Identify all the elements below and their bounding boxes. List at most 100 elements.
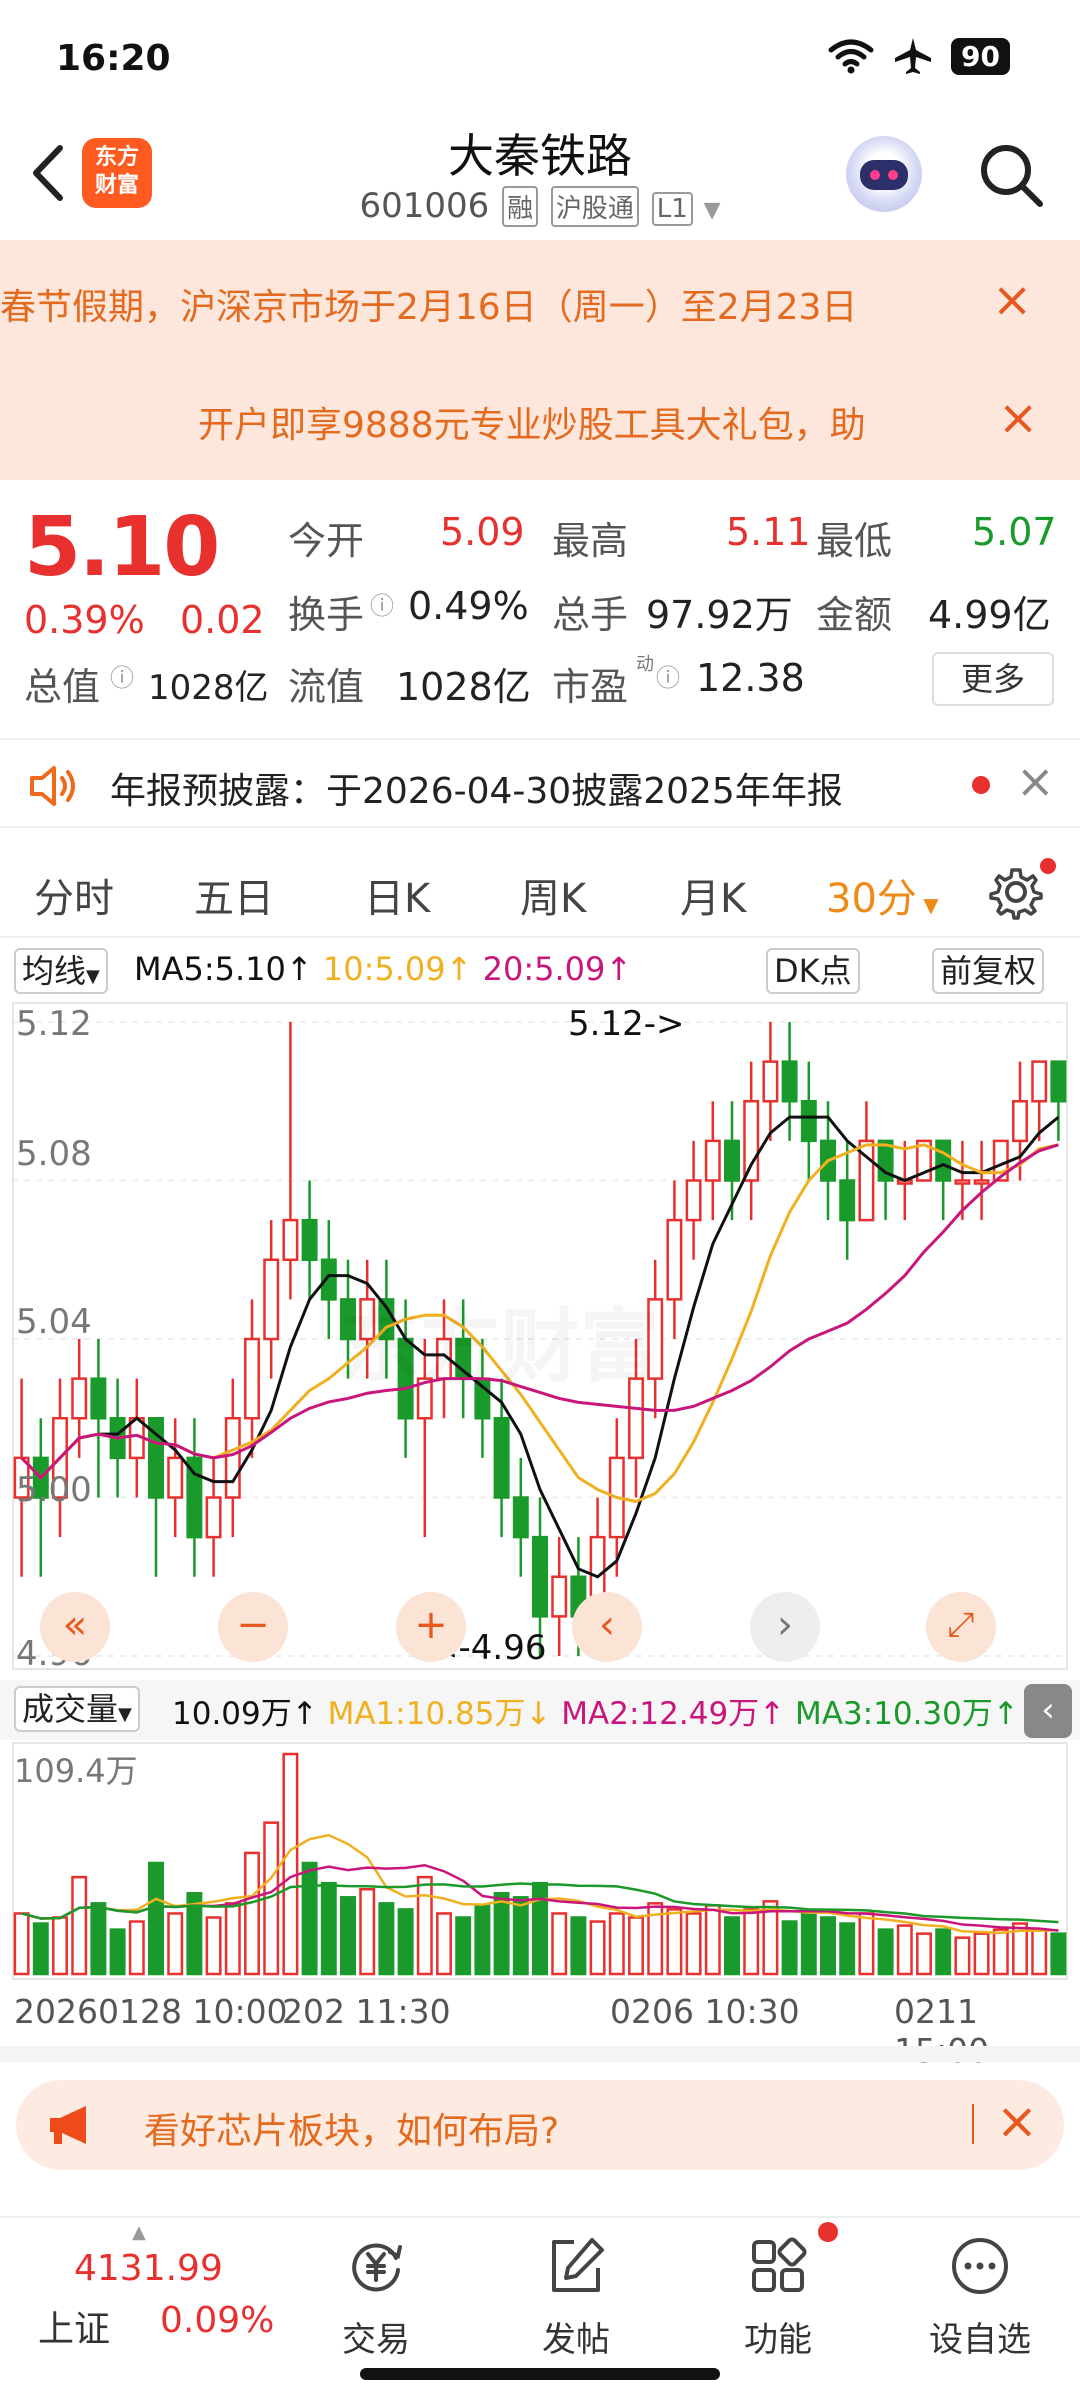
max-price-label: 5.12-> xyxy=(568,1004,685,1044)
nav-label: 功能 xyxy=(744,2320,812,2360)
vol-ma1-value: MA1:10.85万↓ xyxy=(327,1696,552,1732)
volume-bar xyxy=(378,1902,395,1976)
search-button[interactable] xyxy=(976,140,1046,210)
zoom-out-button[interactable]: − xyxy=(218,1592,288,1662)
notice-bar[interactable]: 年报预披露：于2026-04-30披露2025年年报 × xyxy=(0,738,1080,828)
volume-bar xyxy=(282,1752,299,1976)
holiday-banner-text[interactable]: 春节假期，沪深京市场于2月16日（周一）至2月23日 xyxy=(0,278,954,330)
dropdown-icon: ▼ xyxy=(118,1704,132,1725)
nav-watchlist[interactable]: 设自选 xyxy=(920,2234,1040,2361)
scroll-right-button[interactable]: › xyxy=(750,1592,820,1662)
candle-body xyxy=(551,1575,568,1618)
volume-legend: 10.09万↑ MA1:10.85万↓ MA2:12.49万↑ MA3:10.3… xyxy=(172,1688,1019,1733)
amount-label: 金额 xyxy=(816,593,893,637)
more-button[interactable]: 更多 xyxy=(932,652,1054,706)
y-tick-label: 5.12 xyxy=(16,1004,92,1044)
nav-trade[interactable]: 交易 xyxy=(316,2234,436,2361)
low-label: 最低 xyxy=(816,519,893,563)
info-icon[interactable]: ⓘ xyxy=(656,658,680,693)
volume-bar xyxy=(628,1916,644,1976)
volume-bar xyxy=(724,1916,740,1976)
candle-body xyxy=(781,1060,798,1103)
promo-banner-text[interactable]: 开户即享9888元专业炒股工具大礼包，助 xyxy=(198,396,954,448)
promo-bar[interactable]: 看好芯片板块，如何布局? × xyxy=(16,2080,1064,2170)
volume-bar xyxy=(781,1920,798,1976)
candle-body xyxy=(71,1377,88,1420)
close-icon[interactable]: × xyxy=(996,2092,1038,2150)
info-icon[interactable]: ⓘ xyxy=(110,658,134,693)
fullscreen-icon[interactable]: ⤢ xyxy=(926,1592,996,1662)
candle-body xyxy=(704,1139,721,1182)
tab-intraday[interactable]: 分时 xyxy=(34,866,114,924)
battery-level: 90 xyxy=(951,37,1010,75)
volume-bar xyxy=(340,1896,356,1976)
volume-indicator-select[interactable]: 成交量▼ xyxy=(14,1686,140,1732)
volume-chart[interactable] xyxy=(12,1742,1068,1980)
level-tag: L1 xyxy=(651,192,693,226)
status-time: 16:20 xyxy=(56,38,171,79)
candle-body xyxy=(800,1100,817,1143)
x-tick-label: 202 11:30 xyxy=(282,1992,451,2031)
indicator-select[interactable]: 均线▼ xyxy=(14,948,108,994)
x-tick-label: 0206 10:30 xyxy=(610,1992,800,2031)
gear-icon[interactable] xyxy=(988,864,1044,920)
volume-bar xyxy=(436,1912,452,1976)
ma5-value: MA5:5.10↑ xyxy=(134,950,313,988)
volume-bar xyxy=(455,1916,472,1976)
volume-bar xyxy=(128,1920,145,1976)
candle-body xyxy=(282,1218,299,1261)
y-tick-label: 5.04 xyxy=(16,1302,92,1342)
volume-bar xyxy=(858,1912,875,1976)
close-icon[interactable]: × xyxy=(1016,754,1055,808)
volume-bar xyxy=(551,1912,568,1976)
low-value: 5.07 xyxy=(972,510,1057,554)
candle-body xyxy=(1031,1060,1048,1103)
close-icon[interactable]: × xyxy=(998,394,1038,442)
stock-code: 601006 xyxy=(359,186,490,226)
announcement-banners: 春节假期，沪深京市场于2月16日（周一）至2月23日 × 开户即享9888元专业… xyxy=(0,240,1080,480)
dropdown-icon: ▼ xyxy=(703,198,721,223)
nav-label: 交易 xyxy=(342,2320,410,2360)
tab-monthly-k[interactable]: 月K xyxy=(680,866,746,924)
tab-five-day[interactable]: 五日 xyxy=(194,866,274,924)
tab-30min[interactable]: 30分 ▼ xyxy=(826,866,939,924)
airplane-icon xyxy=(895,38,932,74)
volume-max-label: 109.4万 xyxy=(14,1752,138,1790)
index-value[interactable]: 4131.99 xyxy=(74,2248,223,2289)
nav-post[interactable]: 发帖 xyxy=(516,2234,636,2361)
adjust-button[interactable]: 前复权 xyxy=(932,948,1045,994)
tab-daily-k[interactable]: 日K xyxy=(364,866,430,924)
volume-bar xyxy=(244,1851,260,1976)
candle-body xyxy=(839,1179,856,1222)
volume-bar xyxy=(570,1916,587,1976)
candle-body xyxy=(167,1456,184,1499)
volume-bar xyxy=(416,1875,433,1976)
ma-legend: MA5:5.10↑ 10:5.09↑ 20:5.09↑ xyxy=(134,950,632,988)
ma20-value: 20:5.09↑ xyxy=(482,950,633,988)
volume-bar xyxy=(359,1887,376,1976)
index-name[interactable]: 上证 xyxy=(38,2300,110,2352)
settings-badge xyxy=(1040,858,1056,874)
index-change[interactable]: 0.09% xyxy=(160,2300,274,2341)
connect-tag: 沪股通 xyxy=(550,186,639,227)
robot-assistant-icon[interactable] xyxy=(846,136,922,212)
volume-indicator-label: 成交量 xyxy=(22,1690,119,1728)
scroll-left-button[interactable]: ‹ xyxy=(572,1592,642,1662)
dk-point-button[interactable]: DK点 xyxy=(766,948,860,994)
vol-ma2-value: MA2:12.49万↑ xyxy=(561,1696,786,1732)
volume-bar xyxy=(954,1936,971,1976)
close-icon[interactable]: × xyxy=(992,276,1032,324)
info-icon[interactable]: ⓘ xyxy=(370,586,394,621)
scroll-start-button[interactable]: « xyxy=(40,1592,110,1662)
tab-weekly-k[interactable]: 周K xyxy=(520,866,586,924)
dropdown-icon: ▼ xyxy=(916,893,939,917)
candle-body xyxy=(301,1218,318,1261)
volume-bar xyxy=(1031,1928,1048,1976)
divider xyxy=(972,2104,974,2144)
zoom-in-button[interactable]: + xyxy=(396,1592,466,1662)
nav-functions[interactable]: 功能 xyxy=(718,2234,838,2361)
current-price: 5.10 xyxy=(24,500,220,595)
collapse-panel-button[interactable]: ‹ xyxy=(1024,1684,1072,1738)
volume-bar xyxy=(205,1916,222,1976)
pe-value: 12.38 xyxy=(696,656,805,700)
